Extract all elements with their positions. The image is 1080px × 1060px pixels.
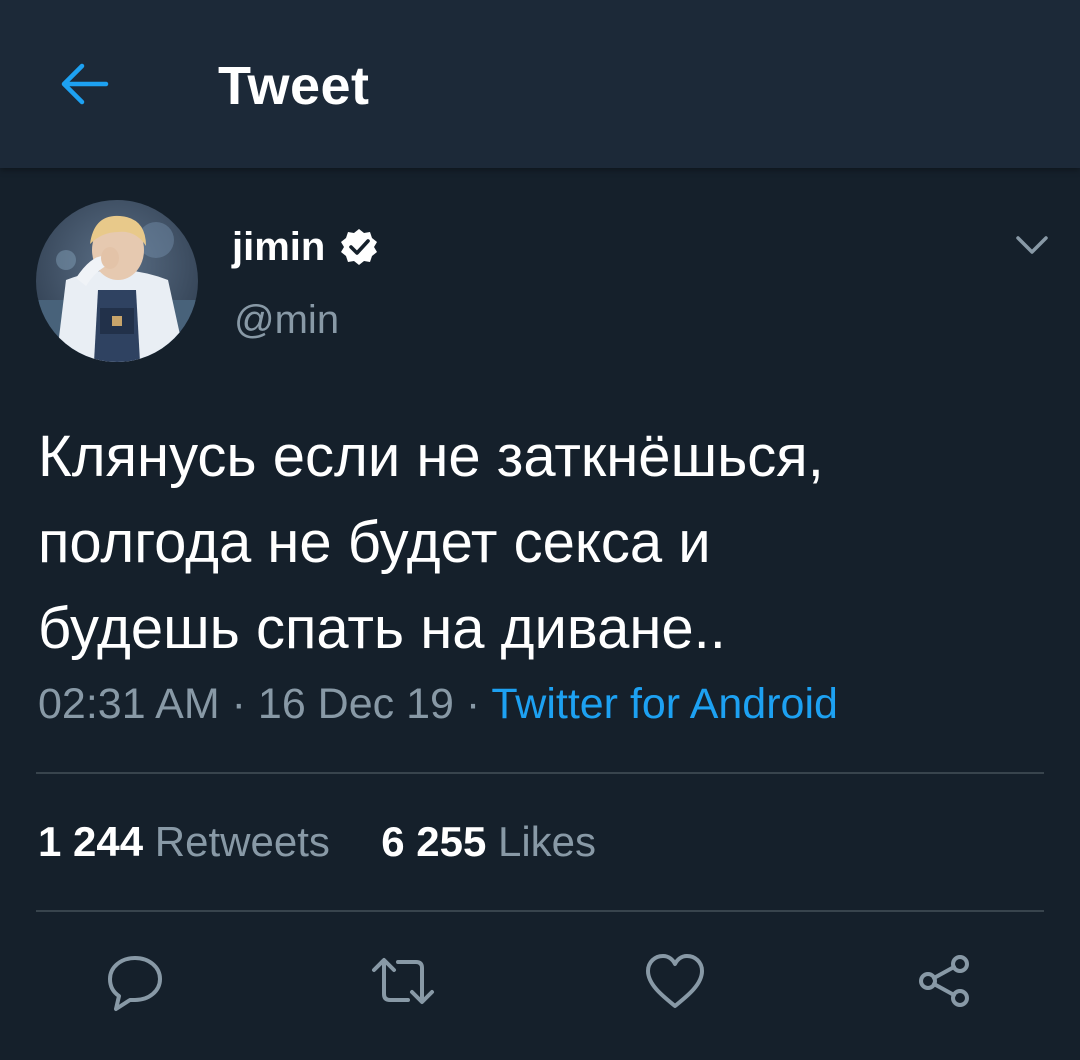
retweet-icon	[372, 958, 434, 1004]
likes-label: Likes	[497, 818, 597, 865]
tweet-time: 02:31 AM	[38, 680, 220, 728]
retweet-button[interactable]	[368, 946, 438, 1016]
like-button[interactable]	[640, 946, 710, 1016]
share-icon	[919, 955, 969, 1007]
reply-icon	[108, 956, 162, 1011]
display-name[interactable]: jimin	[232, 225, 325, 270]
tweet-text: Клянусь если не заткнёшься, полгода не б…	[38, 424, 824, 661]
retweets-stat[interactable]: 1 244 Retweets	[38, 818, 342, 865]
top-bar: Tweet	[0, 0, 1080, 168]
tweet-stats: 1 244 Retweets 6 255 Likes	[38, 818, 596, 866]
arrow-left-icon[interactable]	[56, 56, 112, 112]
retweets-count: 1 244	[38, 818, 144, 865]
likes-stat[interactable]: 6 255 Likes	[381, 818, 596, 865]
tweet-meta: 02:31 AM · 16 Dec 19 · Twitter for Andro…	[38, 680, 838, 729]
chevron-down-icon[interactable]	[1012, 230, 1052, 260]
like-icon	[646, 954, 704, 1008]
share-button[interactable]	[910, 946, 980, 1016]
likes-count: 6 255	[381, 818, 487, 865]
user-handle[interactable]: @min	[234, 298, 339, 343]
tweet-date: 16 Dec 19	[257, 680, 454, 728]
tweet-source-link[interactable]: Twitter for Android	[491, 680, 838, 728]
divider	[36, 772, 1044, 774]
avatar[interactable]	[36, 200, 198, 362]
page-title: Tweet	[218, 56, 370, 116]
reply-button[interactable]	[100, 946, 170, 1016]
author-name-row[interactable]: jimin	[232, 222, 379, 272]
divider	[36, 910, 1044, 912]
meta-separator: ·	[453, 680, 492, 728]
meta-separator: ·	[219, 680, 258, 728]
retweets-label: Retweets	[154, 818, 330, 865]
verified-badge-icon	[341, 229, 378, 265]
